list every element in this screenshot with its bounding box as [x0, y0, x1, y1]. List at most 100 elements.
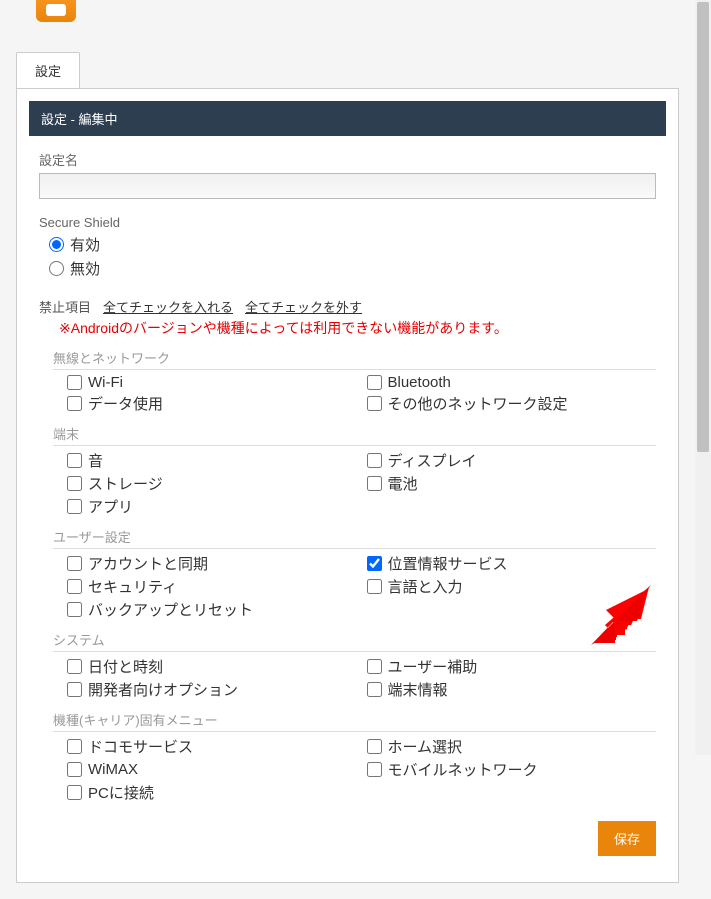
group-title: 機種(キャリア)固有メニュー	[53, 710, 656, 732]
shield-enabled-radio[interactable]: 有効	[49, 234, 656, 255]
check-grid: Wi-Fi Bluetooth データ使用 その他のネットワーク設定	[67, 374, 656, 414]
check-item[interactable]: 言語と入力	[367, 576, 657, 597]
group-1: 端末音 ディスプレイストレージ 電池アプリ	[53, 424, 656, 517]
check-item[interactable]: アカウントと同期	[67, 553, 357, 574]
checkbox-label: 位置情報サービス	[388, 553, 508, 574]
checkbox-label: Bluetooth	[388, 374, 451, 391]
checkbox-label: その他のネットワーク設定	[388, 393, 568, 414]
check-item[interactable]: PCに接続	[67, 782, 357, 803]
tab-bar: 設定	[16, 52, 679, 88]
checkbox-input[interactable]	[67, 396, 82, 411]
check-item[interactable]: 音	[67, 450, 357, 471]
scrollbar-thumb[interactable]	[697, 2, 709, 452]
checkbox-label: バックアップとリセット	[88, 599, 253, 620]
checkbox-input[interactable]	[367, 556, 382, 571]
check-all-link[interactable]: 全てチェックを入れる	[103, 297, 233, 316]
checkbox-input[interactable]	[67, 499, 82, 514]
check-item[interactable]: 開発者向けオプション	[67, 679, 357, 700]
checkbox-label: ユーザー補助	[388, 656, 478, 677]
checkbox-label: ストレージ	[88, 473, 163, 494]
uncheck-all-link[interactable]: 全てチェックを外す	[245, 297, 362, 316]
checkbox-label: 端末情報	[388, 679, 448, 700]
check-item[interactable]: WiMAX	[67, 759, 357, 780]
checkbox-label: セキュリティ	[88, 576, 177, 597]
group-2: ユーザー設定アカウントと同期 位置情報サービスセキュリティ 言語と入力バックアップと…	[53, 527, 656, 620]
checkbox-input[interactable]	[367, 659, 382, 674]
check-item[interactable]: 電池	[367, 473, 657, 494]
checkbox-label: アプリ	[88, 496, 133, 517]
group-0: 無線とネットワーク Wi-Fi Bluetooth データ使用 その他のネットワーク設定	[53, 348, 656, 414]
scrollbar-track[interactable]	[695, 0, 711, 755]
checkbox-input[interactable]	[67, 659, 82, 674]
group-title: 端末	[53, 424, 656, 446]
shield-disabled-radio[interactable]: 無効	[49, 258, 656, 279]
shield-label: Secure Shield	[39, 215, 656, 230]
check-item[interactable]: ストレージ	[67, 473, 357, 494]
check-item[interactable]: データ使用	[67, 393, 357, 414]
check-item[interactable]: 端末情報	[367, 679, 657, 700]
checkbox-label: 日付と時刻	[88, 656, 163, 677]
checkbox-input[interactable]	[367, 396, 382, 411]
checkbox-label: ディスプレイ	[388, 450, 477, 471]
checkbox-input[interactable]	[67, 579, 82, 594]
save-button[interactable]: 保存	[598, 821, 656, 856]
warning-text: ※Androidのバージョンや機種によっては利用できない機能があります。	[59, 318, 656, 338]
checkbox-label: 言語と入力	[388, 576, 463, 597]
check-item[interactable]: バックアップとリセット	[67, 599, 357, 620]
check-item[interactable]: ディスプレイ	[367, 450, 657, 471]
checkbox-input[interactable]	[67, 453, 82, 468]
check-item[interactable]: 日付と時刻	[67, 656, 357, 677]
checkbox-label: アカウントと同期	[88, 553, 208, 574]
group-4: 機種(キャリア)固有メニュードコモサービス ホーム選択 WiMAX モバイルネットワー…	[53, 710, 656, 803]
check-grid: 日付と時刻 ユーザー補助開発者向けオプション 端末情報	[67, 656, 656, 700]
checkbox-input[interactable]	[67, 682, 82, 697]
settings-panel: 設定 - 編集中 設定名 Secure Shield 有効 無効 禁止項目 全て…	[16, 88, 679, 883]
checkbox-input[interactable]	[67, 739, 82, 754]
checkbox-label: ホーム選択	[388, 736, 463, 757]
checkbox-label: WiMAX	[88, 761, 138, 778]
check-grid: ドコモサービス ホーム選択 WiMAX モバイルネットワーク PCに接続	[67, 736, 656, 803]
checkbox-input[interactable]	[67, 602, 82, 617]
checkbox-label: 電池	[388, 473, 418, 494]
checkbox-input[interactable]	[367, 579, 382, 594]
checkbox-input[interactable]	[367, 375, 382, 390]
check-item[interactable]: Bluetooth	[367, 374, 657, 391]
checkbox-label: 音	[88, 450, 103, 471]
group-title: ユーザー設定	[53, 527, 656, 549]
check-item[interactable]: ホーム選択	[367, 736, 657, 757]
check-item[interactable]: 位置情報サービス	[367, 553, 657, 574]
checkbox-input[interactable]	[367, 682, 382, 697]
checkbox-label: PCに接続	[88, 782, 154, 803]
check-item[interactable]: ドコモサービス	[67, 736, 357, 757]
check-item[interactable]: Wi-Fi	[67, 374, 357, 391]
check-item[interactable]: セキュリティ	[67, 576, 357, 597]
checkbox-input[interactable]	[67, 785, 82, 800]
checkbox-label: データ使用	[88, 393, 163, 414]
settings-name-input[interactable]	[39, 173, 656, 199]
checkbox-label: モバイルネットワーク	[388, 759, 538, 780]
checkbox-input[interactable]	[67, 556, 82, 571]
check-item[interactable]: その他のネットワーク設定	[367, 393, 657, 414]
checkbox-input[interactable]	[67, 476, 82, 491]
checkbox-input[interactable]	[67, 762, 82, 777]
check-grid: 音 ディスプレイストレージ 電池アプリ	[67, 450, 656, 517]
radio-enabled-input[interactable]	[49, 237, 64, 252]
app-logo-icon	[36, 0, 76, 22]
prohibit-label: 禁止項目	[39, 297, 91, 316]
check-item[interactable]: アプリ	[67, 496, 357, 517]
check-item[interactable]: モバイルネットワーク	[367, 759, 657, 780]
checkbox-input[interactable]	[367, 762, 382, 777]
checkbox-input[interactable]	[367, 476, 382, 491]
checkbox-label: ドコモサービス	[88, 736, 193, 757]
group-title: 無線とネットワーク	[53, 348, 656, 370]
check-item[interactable]: ユーザー補助	[367, 656, 657, 677]
radio-disabled-input[interactable]	[49, 261, 64, 276]
check-grid: アカウントと同期 位置情報サービスセキュリティ 言語と入力バックアップとリセット	[67, 553, 656, 620]
checkbox-input[interactable]	[67, 375, 82, 390]
name-label: 設定名	[39, 150, 656, 169]
checkbox-label: 開発者向けオプション	[88, 679, 238, 700]
tab-settings[interactable]: 設定	[16, 52, 80, 88]
checkbox-input[interactable]	[367, 453, 382, 468]
checkbox-input[interactable]	[367, 739, 382, 754]
checkbox-label: Wi-Fi	[88, 374, 123, 391]
